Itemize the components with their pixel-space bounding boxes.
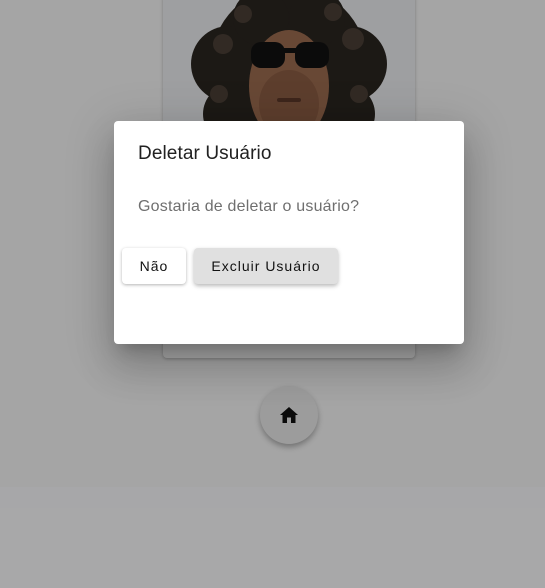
cancel-button[interactable]: Não xyxy=(122,248,186,284)
page: Deletar Usuário Gostaria de deletar o us… xyxy=(0,0,545,588)
delete-user-dialog: Deletar Usuário Gostaria de deletar o us… xyxy=(114,121,464,344)
delete-user-button[interactable]: Excluir Usuário xyxy=(194,248,338,284)
dialog-title: Deletar Usuário xyxy=(138,143,272,164)
dialog-message: Gostaria de deletar o usuário? xyxy=(138,198,360,215)
